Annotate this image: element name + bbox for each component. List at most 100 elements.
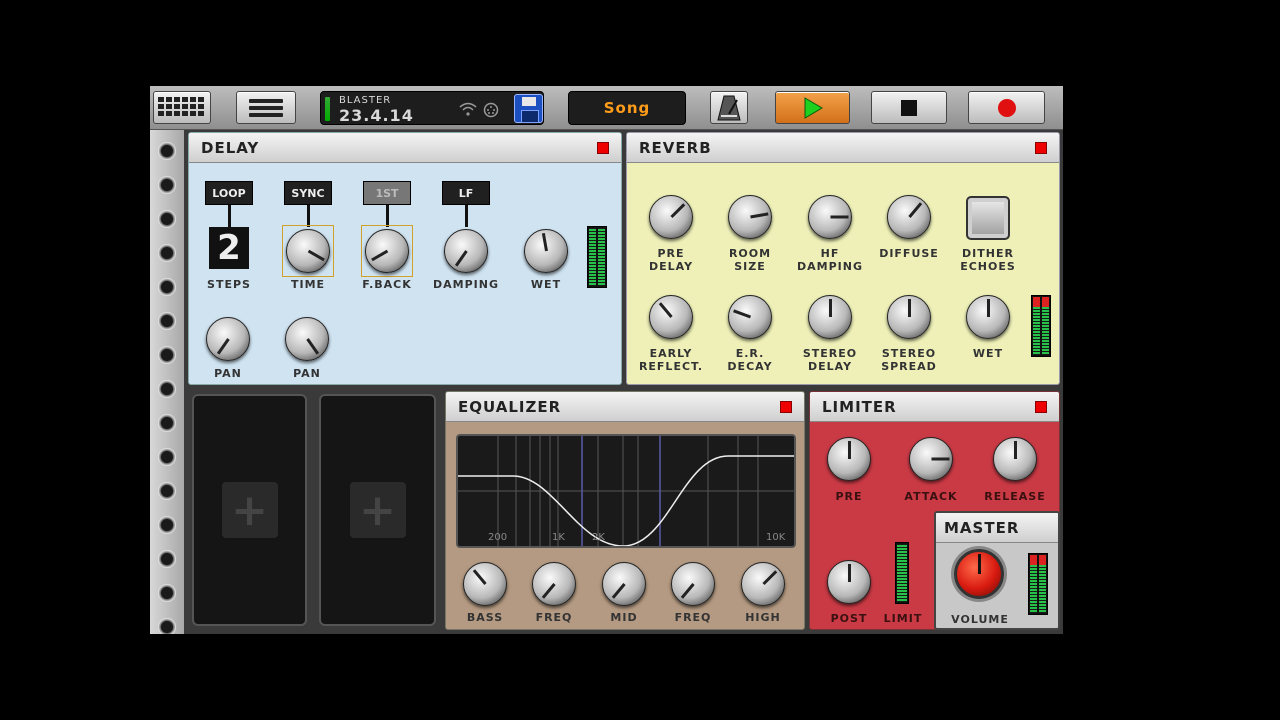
hf-damping-text: HF DAMPING	[797, 247, 863, 273]
limiter-header: LIMITER	[810, 392, 1059, 422]
pan-right-label: PAN	[293, 367, 321, 380]
stereo-delay-label: STEREO DELAY	[790, 347, 870, 373]
high-knob[interactable]	[741, 562, 785, 606]
stereo-delay-knob[interactable]	[808, 295, 852, 339]
limiter-power-led[interactable]	[1035, 401, 1047, 413]
rack-hole	[158, 244, 176, 262]
reverb-title: REVERB	[639, 139, 712, 157]
master-volume-knob[interactable]	[954, 549, 1004, 599]
empty-effect-slot[interactable]: +	[192, 394, 307, 626]
pan-right-knob[interactable]	[285, 317, 329, 361]
feedback-knob[interactable]	[365, 229, 409, 273]
damping-knob[interactable]	[444, 229, 488, 273]
hf-damping-knob[interactable]	[808, 195, 852, 239]
play-button[interactable]	[775, 91, 850, 124]
damping-label: DAMPING	[433, 278, 499, 291]
stereo-spread-knob[interactable]	[887, 295, 931, 339]
high-label: HIGH	[745, 611, 781, 624]
sync-toggle[interactable]: SYNC	[284, 181, 332, 205]
grid-button[interactable]	[153, 91, 211, 124]
early-reflect-knob[interactable]	[649, 295, 693, 339]
diffuse-label: DIFFUSE	[869, 247, 949, 260]
bass-label: BASS	[466, 611, 504, 624]
rack-hole	[158, 618, 176, 634]
lf-toggle[interactable]: LF	[442, 181, 490, 205]
limiter-title: LIMITER	[822, 398, 897, 416]
er-decay-label: E.R. DECAY	[710, 347, 790, 373]
equalizer-power-led[interactable]	[780, 401, 792, 413]
dither-echoes-text: DITHER ECHOES	[960, 247, 1016, 273]
stereo-spread-label: STEREO SPREAD	[869, 347, 949, 373]
eq-curve-display[interactable]: 200 1K 2K 10K	[456, 434, 796, 548]
rack-hole	[158, 516, 176, 534]
equalizer-header: EQUALIZER	[446, 392, 804, 422]
add-effect-icon[interactable]: +	[221, 482, 278, 538]
record-icon	[997, 98, 1016, 117]
loop-toggle[interactable]: LOOP	[205, 181, 253, 205]
first-toggle[interactable]: 1ST	[363, 181, 411, 205]
room-size-text: ROOM SIZE	[728, 247, 772, 273]
er-decay-knob[interactable]	[728, 295, 772, 339]
pre-knob[interactable]	[827, 437, 871, 481]
knob-pointer	[977, 554, 981, 574]
mid-label: MID	[610, 611, 638, 624]
mid-knob[interactable]	[602, 562, 646, 606]
feedback-label: F.BACK	[362, 278, 412, 291]
steps-display[interactable]: 2	[209, 227, 249, 269]
volume-label: VOLUME	[951, 613, 1009, 626]
song-mode-button[interactable]: Song	[568, 91, 686, 125]
attack-knob[interactable]	[909, 437, 953, 481]
pan-left-label: PAN	[214, 367, 242, 380]
post-knob[interactable]	[827, 560, 871, 604]
rack-sidebar	[150, 130, 184, 634]
pre-delay-knob[interactable]	[649, 195, 693, 239]
reverb-wet-label: WET	[948, 347, 1028, 360]
mid-freq-knob[interactable]	[671, 562, 715, 606]
delay-level-meter	[587, 226, 607, 288]
stop-icon	[901, 99, 917, 116]
room-size-label: ROOM SIZE	[710, 247, 790, 273]
er-decay-text: E.R. DECAY	[727, 347, 773, 373]
delay-wet-knob[interactable]	[524, 229, 568, 273]
stop-button[interactable]	[871, 91, 947, 124]
floppy-disk-icon[interactable]	[514, 94, 543, 123]
bass-freq-label: FREQ	[535, 611, 573, 624]
room-size-knob[interactable]	[728, 195, 772, 239]
connector-line	[465, 205, 468, 227]
rack-hole	[158, 142, 176, 160]
rack-hole	[158, 550, 176, 568]
eq-freq-label: 200	[488, 532, 508, 543]
limit-label: LIMIT	[883, 612, 923, 625]
delay-power-led[interactable]	[597, 142, 609, 154]
menu-button[interactable]	[236, 91, 296, 124]
add-effect-icon[interactable]: +	[349, 482, 406, 538]
reverb-header: REVERB	[627, 133, 1059, 163]
reverb-wet-text: WET	[972, 347, 1004, 360]
project-display[interactable]: BLASTER 23.4.14	[320, 91, 544, 125]
master-level-meter	[1028, 553, 1048, 615]
release-knob[interactable]	[993, 437, 1037, 481]
record-button[interactable]	[968, 91, 1045, 124]
bass-knob[interactable]	[463, 562, 507, 606]
dither-echoes-button[interactable]	[966, 196, 1010, 240]
project-name: BLASTER	[339, 95, 392, 106]
reverb-wet-knob[interactable]	[966, 295, 1010, 339]
master-panel: MASTER VOLUME	[934, 511, 1060, 630]
diffuse-text: DIFFUSE	[879, 247, 939, 260]
time-label: TIME	[290, 278, 326, 291]
mid-freq-label: FREQ	[674, 611, 712, 624]
time-knob[interactable]	[286, 229, 330, 273]
diffuse-knob[interactable]	[887, 195, 931, 239]
wifi-icon	[459, 102, 477, 120]
bass-freq-knob[interactable]	[532, 562, 576, 606]
pan-left-knob[interactable]	[206, 317, 250, 361]
delay-panel: DELAY LOOP SYNC 1ST LF 2 STEPS TIME F.BA…	[188, 132, 622, 385]
rack-hole	[158, 346, 176, 364]
metronome-button[interactable]	[710, 91, 748, 124]
hf-damping-label: HF DAMPING	[790, 247, 870, 273]
empty-effect-slot[interactable]: +	[319, 394, 436, 626]
equalizer-title: EQUALIZER	[458, 398, 562, 416]
early-reflect-label: EARLY REFLECT.	[631, 347, 711, 373]
reverb-power-led[interactable]	[1035, 142, 1047, 154]
rack-hole	[158, 482, 176, 500]
